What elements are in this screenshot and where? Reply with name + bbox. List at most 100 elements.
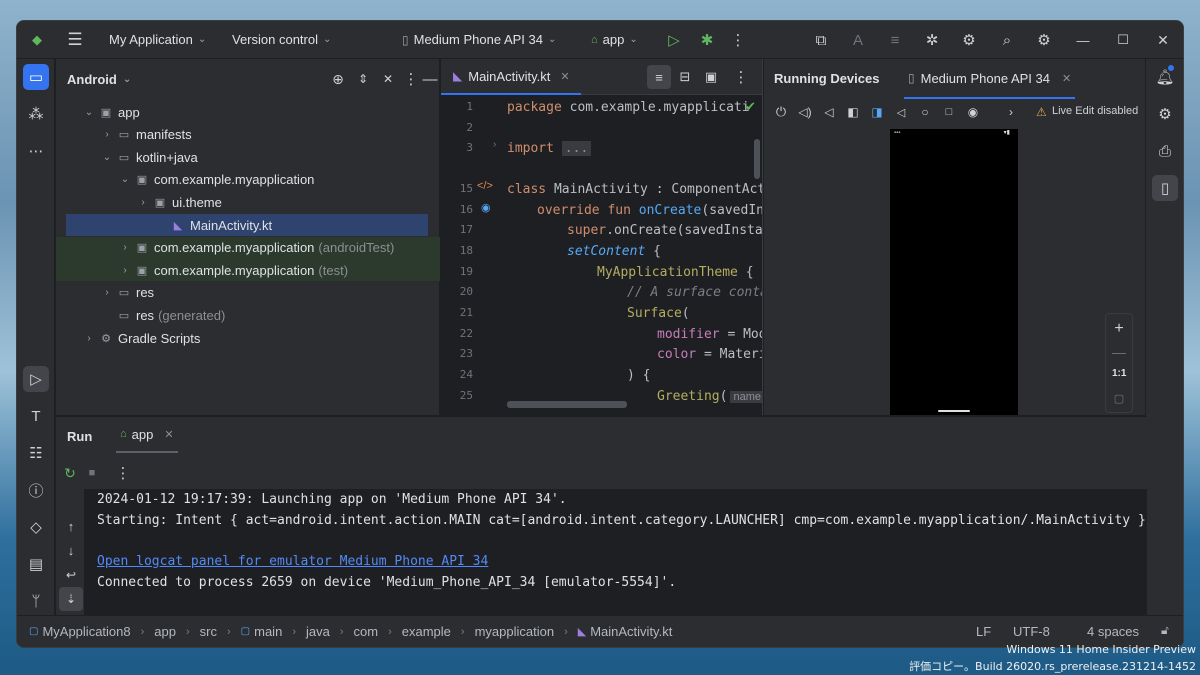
override-marker-icon[interactable]: ◉ — [481, 201, 491, 214]
tree-item[interactable]: ◣ MainActivity.kt — [66, 214, 428, 236]
rotate-left-icon[interactable]: ◧ — [841, 100, 865, 124]
hide-panel-icon[interactable]: — — [418, 67, 442, 91]
scroll-up-icon[interactable]: ↑ — [59, 514, 83, 538]
tree-item[interactable]: ▭ res (generated) — [56, 304, 440, 326]
soft-wrap-icon[interactable]: ↩ — [59, 563, 83, 587]
run-console[interactable]: 2024-01-12 19:17:39: Launching app on 'M… — [84, 489, 1147, 616]
tree-item[interactable]: › ⚙ Gradle Scripts — [56, 327, 440, 349]
breadcrumb-item[interactable]: java — [306, 624, 330, 639]
read-only-lock-icon[interactable]: 🔓︎ — [1161, 623, 1169, 638]
tree-item[interactable]: ⌄ ▣ app — [56, 101, 440, 123]
minimize-icon[interactable]: — — [1071, 28, 1095, 52]
more-chevron-icon[interactable]: › — [999, 100, 1023, 124]
device-selector[interactable]: ▯ Medium Phone API 34 ⌄ — [402, 32, 556, 47]
sdk-manager-icon[interactable]: ≡ — [883, 28, 907, 52]
more-actions-icon[interactable]: ⋮ — [726, 28, 750, 52]
resource-manager-icon[interactable]: ⁂ — [23, 101, 49, 127]
overview-icon[interactable]: □ — [937, 100, 961, 124]
run-config-selector[interactable]: ⌂ app ⌄ — [591, 32, 638, 47]
main-menu-icon[interactable]: ☰ — [63, 28, 87, 52]
back-icon[interactable]: ◁ — [889, 100, 913, 124]
problems-icon[interactable]: ⓘ — [23, 477, 49, 503]
vertical-scrollbar[interactable] — [754, 139, 760, 179]
settings-gear-icon[interactable]: ⚙ — [1032, 28, 1056, 52]
logcat-icon[interactable]: ☷ — [23, 440, 49, 466]
run-tool-icon[interactable]: ▷ — [23, 366, 49, 392]
maximize-icon[interactable]: ☐ — [1111, 28, 1135, 52]
volume-down-icon[interactable]: ◁ — [817, 100, 841, 124]
chevron-down-icon[interactable]: ⌄ — [100, 152, 114, 163]
gradle-icon[interactable]: ⎙ — [1152, 138, 1178, 164]
breadcrumb-item[interactable]: app — [154, 624, 176, 639]
rotate-right-icon[interactable]: ◨ — [865, 100, 889, 124]
live-edit-status[interactable]: Live Edit disabled — [1052, 105, 1138, 117]
power-icon[interactable]: ⏻ — [769, 100, 793, 124]
encoding-indicator[interactable]: UTF-8 — [1013, 624, 1050, 639]
terminal-icon[interactable]: ▤ — [23, 551, 49, 577]
editor-tab-main-activity[interactable]: ◣ MainActivity.kt ✕ — [441, 59, 581, 95]
code-area[interactable]: package com.example.myapplicati ✔ import… — [507, 95, 762, 415]
services-gem-icon[interactable]: ◇ — [23, 514, 49, 540]
tree-item[interactable]: › ▭ manifests — [56, 124, 440, 146]
run-icon[interactable]: ▷ — [662, 28, 686, 52]
screenshot-camera-icon[interactable]: ◉ — [961, 100, 985, 124]
zoom-fit-icon[interactable]: ▢ — [1107, 386, 1131, 410]
breadcrumb-item[interactable]: myapplication — [475, 624, 555, 639]
line-separator-indicator[interactable]: LF — [976, 624, 991, 639]
scroll-to-end-icon[interactable]: ⇣ — [59, 587, 83, 611]
volume-up-icon[interactable]: ◁) — [793, 100, 817, 124]
rerun-icon[interactable]: ↻ — [58, 461, 82, 485]
vcs-selector[interactable]: Version control ⌄ — [232, 32, 331, 47]
split-view-icon[interactable]: ⊟ — [673, 65, 697, 89]
indent-indicator[interactable]: 4 spaces — [1087, 624, 1139, 639]
compose-preview-icon[interactable]: </> — [477, 180, 493, 192]
git-branch-icon[interactable]: ᛘ — [23, 588, 49, 614]
zoom-actual-size[interactable]: 1:1 — [1112, 368, 1126, 379]
breadcrumb-item[interactable]: MyApplication8 — [42, 624, 130, 639]
locate-file-icon[interactable]: ⊕ — [326, 67, 350, 91]
folded-imports[interactable]: ... — [561, 141, 592, 156]
tree-item[interactable]: › ▣ ui.theme — [56, 191, 440, 213]
search-icon[interactable]: ⌕ — [995, 28, 1019, 52]
expand-all-icon[interactable]: ⇕ — [351, 67, 375, 91]
chevron-right-icon[interactable]: › — [118, 265, 132, 276]
collapse-all-icon[interactable]: ✕ — [376, 67, 400, 91]
device-manager-icon[interactable]: ⚙ — [957, 28, 981, 52]
project-folder-icon[interactable]: ▭ — [23, 64, 49, 90]
chevron-right-icon[interactable]: › — [118, 242, 132, 253]
chevron-right-icon[interactable]: › — [82, 333, 96, 344]
tree-item[interactable]: ⌄ ▭ kotlin+java — [56, 146, 440, 168]
chevron-down-icon[interactable]: ⌄ — [82, 107, 96, 118]
chevron-down-icon[interactable]: ⌄ — [118, 174, 132, 185]
project-selector[interactable]: My Application ⌄ — [109, 32, 206, 47]
zoom-in-icon[interactable]: + — [1107, 317, 1131, 341]
design-view-icon[interactable]: ▣ — [699, 65, 723, 89]
breadcrumb-item[interactable]: MainActivity.kt — [590, 624, 672, 639]
breadcrumb-item[interactable]: main — [254, 624, 282, 639]
device-tab[interactable]: ▯ Medium Phone API 34 ✕ — [904, 59, 1076, 99]
scroll-down-icon[interactable]: ↓ — [59, 538, 83, 562]
app-inspection-icon[interactable]: ✲ — [920, 28, 944, 52]
breadcrumb-item[interactable]: com — [354, 624, 379, 639]
fold-arrow-icon[interactable]: › — [493, 139, 496, 150]
translate-icon[interactable]: A — [846, 28, 870, 52]
home-icon[interactable]: ○ — [913, 100, 937, 124]
breadcrumb-item[interactable]: src — [200, 624, 217, 639]
tree-item[interactable]: ⌄ ▣ com.example.myapplication — [56, 169, 440, 191]
zoom-out-icon[interactable]: — — [1107, 340, 1131, 364]
debug-icon[interactable]: ✱ — [695, 28, 719, 52]
run-tab-app[interactable]: ⌂ app ✕ — [116, 417, 178, 453]
chevron-right-icon[interactable]: › — [100, 129, 114, 140]
gesture-nav-bar[interactable] — [938, 410, 970, 412]
editor-options-icon[interactable]: ⋮ — [729, 65, 753, 89]
run-options-icon[interactable]: ⋮ — [111, 461, 135, 485]
stop-icon[interactable]: ■ — [80, 461, 104, 485]
horizontal-scrollbar[interactable] — [507, 401, 627, 408]
emulator-screen[interactable]: ▪▪▪ ▾▮ — [890, 129, 1018, 415]
chevron-right-icon[interactable]: › — [100, 287, 114, 298]
build-hammer-icon[interactable]: T — [23, 403, 49, 429]
notifications-bell-icon[interactable]: 🔔︎ — [1152, 64, 1178, 90]
close-tab-icon[interactable]: ✕ — [164, 428, 173, 441]
close-tab-icon[interactable]: ✕ — [560, 70, 569, 83]
breadcrumb-item[interactable]: example — [402, 624, 451, 639]
